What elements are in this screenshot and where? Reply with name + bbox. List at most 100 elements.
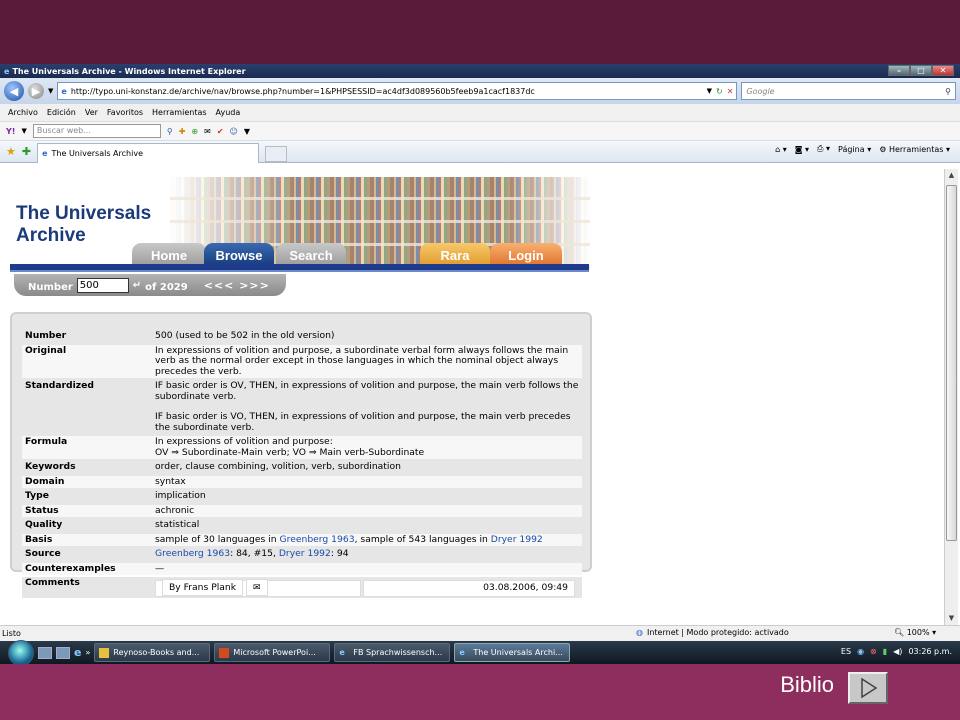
- toolbar-search-icon[interactable]: ⚲: [167, 127, 173, 136]
- row-label: Type: [22, 490, 152, 503]
- security-zone[interactable]: ◍ Internet | Modo protegido: activado: [636, 628, 789, 637]
- menu-favoritos[interactable]: Favoritos: [107, 108, 143, 117]
- browser-tab-active[interactable]: e The Universals Archive: [37, 143, 260, 163]
- bookmark-icon[interactable]: ✚: [179, 127, 186, 136]
- browser-window: e The Universals Archive - Windows Inter…: [0, 64, 960, 666]
- language-indicator[interactable]: ES: [841, 647, 851, 656]
- scroll-up-icon[interactable]: ▲: [945, 169, 958, 182]
- more-dropdown-icon[interactable]: ▼: [244, 127, 250, 136]
- formula-text-1: In expressions of volition and purpose:: [155, 436, 333, 447]
- system-tray: ES ◉ ⊗ ▮ ◀) 03:26 p.m.: [841, 647, 952, 656]
- add-favorite-icon[interactable]: ✚: [22, 145, 31, 158]
- tools-menu-label: Herramientas: [888, 144, 944, 154]
- row-value: implication: [152, 490, 582, 503]
- maximize-button[interactable]: □: [910, 65, 932, 76]
- record-table: Number 500 (used to be 502 in the old ve…: [22, 328, 582, 600]
- comment-date: 03.08.2006, 09:49: [363, 580, 575, 597]
- tools-menu[interactable]: ⚙ Herramientas ▾: [879, 145, 950, 154]
- row-value: In expressions of volition and purpose, …: [152, 344, 582, 378]
- taskbar-label: FB Sprachwissensch...: [353, 648, 443, 657]
- taskbar-button-sprachwiss[interactable]: e FB Sprachwissensch...: [334, 643, 451, 662]
- biblio-label[interactable]: Biblio: [780, 672, 834, 698]
- search-icon[interactable]: ⚲: [945, 87, 951, 96]
- quicklaunch-desktop-icon[interactable]: [38, 646, 52, 659]
- powerpoint-icon: [219, 647, 230, 658]
- number-input[interactable]: [76, 277, 129, 293]
- menu-archivo[interactable]: Archivo: [8, 108, 38, 117]
- formula-text-2: OV ⇒ Subordinate-Main verb; VO ⇒ Main ve…: [155, 446, 425, 458]
- print-icon[interactable]: ⎙ ▾: [817, 144, 830, 154]
- prev-next-arrows[interactable]: <<< >>>: [204, 279, 270, 292]
- next-slide-button[interactable]: [848, 672, 888, 704]
- favorites-star-icon[interactable]: ★: [6, 145, 16, 158]
- page-menu[interactable]: Página ▾: [838, 145, 871, 154]
- source-link-greenberg-1963[interactable]: Greenberg 1963: [155, 548, 230, 559]
- minimize-button[interactable]: –: [888, 65, 910, 76]
- close-window-button[interactable]: ✕: [932, 65, 954, 76]
- forward-button[interactable]: ▶: [28, 83, 44, 99]
- browser-tab-title: The Universals Archive: [51, 149, 143, 158]
- mail-icon[interactable]: ✉: [204, 127, 211, 136]
- enter-icon[interactable]: ↵: [133, 280, 141, 291]
- source-link-dryer-1992[interactable]: Dryer 1992: [279, 548, 331, 559]
- play-arrow-icon: [861, 677, 878, 699]
- toolbar-dropdown-icon[interactable]: ▼: [21, 127, 26, 135]
- record-row-basis: Basis sample of 30 languages in Greenber…: [22, 533, 582, 546]
- scrollbar-thumb[interactable]: [946, 185, 957, 541]
- home-icon[interactable]: ⌂ ▾: [775, 145, 787, 154]
- row-value: statistical: [152, 519, 582, 532]
- toolbar-search-input[interactable]: Buscar web...: [32, 124, 161, 138]
- zoom-value: 100%: [906, 628, 930, 637]
- email-icon[interactable]: ✉: [246, 579, 268, 596]
- zoom-level[interactable]: 🔍︎ 100% ▾: [894, 628, 936, 637]
- slide-background-top: [0, 0, 960, 64]
- record-row-number: Number 500 (used to be 502 in the old ve…: [22, 330, 582, 343]
- network-icon[interactable]: ▮: [883, 647, 887, 656]
- menu-edicion[interactable]: Edición: [47, 108, 76, 117]
- quicklaunch-more-icon[interactable]: »: [85, 648, 90, 657]
- taskbar-button-reynoso[interactable]: Reynoso-Books and...: [94, 643, 211, 662]
- back-button[interactable]: ◀: [4, 81, 24, 101]
- link-greenberg-1963[interactable]: Greenberg 1963: [280, 534, 355, 545]
- row-value: 500 (used to be 502 in the old version): [152, 330, 582, 343]
- quicklaunch-switch-icon[interactable]: [56, 646, 70, 659]
- security-zone-text: Internet | Modo protegido: activado: [646, 628, 789, 637]
- window-title: The Universals Archive - Windows Interne…: [12, 66, 246, 76]
- checkmark-icon[interactable]: ✔: [217, 127, 224, 136]
- standardized-text-2: IF basic order is VO, THEN, in expressio…: [155, 411, 571, 433]
- taskbar-label: Reynoso-Books and...: [113, 648, 200, 657]
- volume-icon[interactable]: ◀): [893, 647, 902, 656]
- record-row-domain: Domain syntax: [22, 475, 582, 488]
- url-dropdown-icon[interactable]: ▼: [707, 87, 712, 95]
- taskbar-button-powerpoint[interactable]: Microsoft PowerPoi...: [214, 643, 331, 662]
- vertical-scrollbar[interactable]: ▲ ▼: [944, 169, 958, 625]
- new-tab-button[interactable]: [265, 145, 288, 162]
- feeds-icon[interactable]: ◙ ▾: [795, 145, 809, 154]
- stop-icon[interactable]: ✕: [727, 87, 734, 96]
- ie-icon: e: [459, 647, 465, 657]
- link-dryer-1992[interactable]: Dryer 1992: [491, 534, 543, 545]
- tab-bar: ★ ✚ e The Universals Archive ⌂ ▾ ◙ ▾ ⎙ ▾…: [0, 141, 960, 163]
- help-icon[interactable]: ◉: [857, 647, 864, 656]
- menu-herramientas[interactable]: Herramientas: [152, 108, 207, 117]
- row-value: In expressions of volition and purpose: …: [152, 436, 582, 459]
- security-alert-icon[interactable]: ⊗: [870, 647, 877, 656]
- history-dropdown-icon[interactable]: ▼: [48, 87, 53, 95]
- row-value: syntax: [152, 475, 582, 488]
- google-search-field[interactable]: Google ⚲: [741, 82, 956, 100]
- url-field[interactable]: e http://typo.uni-konstanz.de/archive/na…: [57, 82, 738, 100]
- add-icon[interactable]: ⊕: [191, 127, 198, 136]
- status-text: Listo: [2, 629, 21, 638]
- refresh-icon[interactable]: ↻: [716, 87, 723, 96]
- menu-ayuda[interactable]: Ayuda: [216, 108, 241, 117]
- windows-taskbar: e » Reynoso-Books and... Microsoft Power…: [0, 639, 960, 666]
- yahoo-logo-icon[interactable]: Y!: [6, 127, 15, 136]
- standardized-text-1: IF basic order is OV, THEN, in expressio…: [155, 380, 579, 402]
- quicklaunch-ie-icon[interactable]: e: [74, 646, 81, 659]
- messenger-icon[interactable]: ☺: [230, 127, 238, 136]
- source-text-a: : 84, #15,: [230, 548, 279, 559]
- scroll-down-icon[interactable]: ▼: [945, 612, 958, 625]
- taskbar-button-universals[interactable]: e The Universals Archi...: [454, 643, 571, 662]
- menu-ver[interactable]: Ver: [85, 108, 98, 117]
- start-button[interactable]: [8, 639, 34, 666]
